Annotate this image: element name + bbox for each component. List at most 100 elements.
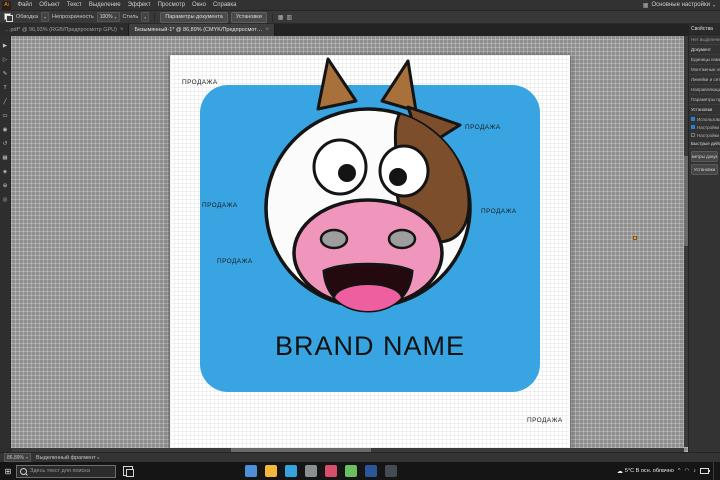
chevron-right-icon: ▸: [97, 455, 100, 460]
line-tool[interactable]: ╱: [1, 97, 10, 106]
search-icon: [20, 467, 27, 475]
opacity-label: Непрозрачность: [52, 14, 94, 20]
task-view-icon[interactable]: [123, 466, 134, 477]
gradient-tool[interactable]: ▦: [1, 153, 10, 162]
zoom-level-dropdown[interactable]: 86,89% ▾: [4, 453, 31, 462]
tab-label: Безымянный-1* @ 86,89% (CMYK/Предпросмот…: [134, 27, 263, 33]
panel-section-preferences: Установки: [689, 105, 720, 115]
type-tool[interactable]: T: [1, 83, 10, 92]
checkbox-label: Использовать сетку: [697, 116, 720, 122]
tray-chevron-up-icon[interactable]: ^: [678, 468, 681, 474]
sale-text-label[interactable]: ПРОДАЖА: [217, 258, 253, 265]
sale-text-label[interactable]: ПРОДАЖА: [202, 202, 238, 209]
workspace-switcher[interactable]: Основные настройки: [651, 2, 710, 8]
direct-selection-tool[interactable]: ▷: [1, 55, 10, 64]
status-tool-indicator[interactable]: Выделенный фрагмент ▸: [36, 455, 100, 461]
app-bar-right: ▦ Основные настройки ▾: [643, 2, 720, 9]
panel-section-document: Документ: [689, 45, 720, 55]
checkbox-label: Настройки обводки: [697, 132, 720, 138]
tab-label: …pdf* @ 96,93% (RGB/Предпросмотр GPU): [5, 27, 117, 33]
style-dropdown[interactable]: ▾: [141, 12, 150, 22]
sale-text-label[interactable]: ПРОДАЖА: [481, 208, 517, 215]
pen-tool[interactable]: ✎: [1, 69, 10, 78]
panel-row-guides[interactable]: Направляющие: [689, 85, 720, 95]
checkbox-icon[interactable]: [691, 117, 695, 121]
menu-item-type[interactable]: Текст: [63, 0, 85, 11]
document-setup-button[interactable]: Параметры документа: [691, 151, 718, 162]
menu-item-window[interactable]: Окно: [188, 0, 209, 11]
arrange-documents-icon[interactable]: ▦: [643, 2, 649, 9]
stroke-label: Обводка: [16, 14, 39, 20]
taskbar-app-icon[interactable]: [365, 465, 377, 477]
fill-stroke-swatch-icon[interactable]: [4, 12, 13, 22]
panel-row-rulers-grids[interactable]: Линейки и сетки: [689, 75, 720, 85]
panel-checkbox-row[interactable]: Настройки установки: [689, 123, 720, 131]
status-bar: 86,89% ▾ Выделенный фрагмент ▸: [0, 452, 720, 462]
document-tab-pdf[interactable]: …pdf* @ 96,93% (RGB/Предпросмотр GPU) ×: [0, 24, 130, 36]
rectangle-tool[interactable]: ▭: [1, 111, 10, 120]
panel-row-artboards[interactable]: Монтажные области: [689, 65, 720, 75]
menu-item-select[interactable]: Выделение: [85, 0, 124, 11]
panel-row-units[interactable]: Единицы измерения: [689, 55, 720, 65]
brand-name-text[interactable]: BRAND NAME: [170, 331, 570, 362]
checkbox-icon[interactable]: [691, 133, 695, 137]
checkbox-label: Настройки установки: [697, 124, 720, 130]
mesh-tool[interactable]: ◈: [1, 167, 10, 176]
close-icon[interactable]: ×: [265, 27, 269, 33]
zoom-tool[interactable]: ◎: [1, 195, 10, 204]
menu-item-effect[interactable]: Эффект: [124, 0, 154, 11]
style-label: Стиль: [122, 14, 139, 20]
taskbar-app-icon[interactable]: [285, 465, 297, 477]
sale-text-label[interactable]: ПРОДАЖА: [182, 79, 218, 86]
illustrator-logo-icon: Ai: [2, 0, 11, 10]
windows-taskbar: ⊞ Здесь текст для поиска ☁ 5°C В осн. об…: [0, 462, 720, 480]
taskbar-app-icon[interactable]: [305, 465, 317, 477]
document-tab-untitled[interactable]: Безымянный-1* @ 86,89% (CMYK/Предпросмот…: [129, 24, 275, 36]
preferences-button[interactable]: Установки: [230, 11, 267, 23]
properties-panel: Свойства Нет выделения Документ Единицы …: [688, 24, 720, 452]
close-icon[interactable]: ×: [120, 27, 124, 33]
tab-properties[interactable]: Свойства: [689, 24, 720, 35]
distribute-icon[interactable]: ▥: [286, 14, 292, 21]
panel-row-snap-options[interactable]: Параметры привязки: [689, 95, 720, 105]
blend-tool[interactable]: ⊕: [1, 181, 10, 190]
align-icon[interactable]: ▦: [278, 14, 284, 21]
weather-widget[interactable]: ☁ 5°C В осн. облачно: [617, 468, 674, 475]
opacity-dropdown[interactable]: 100% ▾: [96, 12, 120, 22]
volume-icon[interactable]: ♪: [693, 468, 696, 474]
selection-tool[interactable]: ▶: [1, 41, 10, 50]
menu-item-object[interactable]: Объект: [36, 0, 63, 11]
control-bar: Обводка ▾ Непрозрачность 100% ▾ Стиль ▾ …: [0, 11, 720, 24]
battery-icon[interactable]: [700, 468, 710, 474]
panel-checkbox-row[interactable]: Использовать сетку: [689, 115, 720, 123]
taskbar-app-icon[interactable]: [325, 465, 337, 477]
menu-item-help[interactable]: Справка: [209, 0, 240, 11]
system-tray: ☁ 5°C В осн. облачно ^ ◠ ♪: [617, 462, 720, 480]
preferences-button[interactable]: Установки: [691, 164, 718, 175]
taskbar-app-icon[interactable]: [385, 465, 397, 477]
weather-text: 5°C В осн. облачно: [624, 468, 674, 474]
taskbar-app-icon[interactable]: [345, 465, 357, 477]
artboard[interactable]: ПРОДАЖА ПРОДАЖА ПРОДАЖА ПРОДАЖА ПРОДАЖА …: [170, 55, 570, 452]
canvas[interactable]: ПРОДАЖА ПРОДАЖА ПРОДАЖА ПРОДАЖА ПРОДАЖА …: [11, 36, 688, 452]
opacity-value: 100%: [99, 14, 113, 20]
menu-item-view[interactable]: Просмотр: [154, 0, 188, 11]
illustrator-window: Ai Файл Объект Текст Выделение Эффект Пр…: [0, 0, 720, 480]
stroke-width-dropdown[interactable]: ▾: [41, 12, 50, 22]
taskbar-search-input[interactable]: Здесь текст для поиска: [16, 464, 116, 478]
sale-text-label[interactable]: ПРОДАЖА: [465, 124, 501, 131]
wifi-icon[interactable]: ◠: [684, 468, 689, 474]
panel-checkbox-row[interactable]: Настройки обводки: [689, 131, 720, 139]
brush-tool[interactable]: ◉: [1, 125, 10, 134]
taskbar-app-icon[interactable]: [245, 465, 257, 477]
sale-text-label[interactable]: ПРОДАЖА: [527, 417, 563, 424]
checkbox-icon[interactable]: [691, 125, 695, 129]
menu-bar: Ai Файл Объект Текст Выделение Эффект Пр…: [0, 0, 720, 11]
start-button[interactable]: ⊞: [0, 462, 16, 480]
show-desktop-button[interactable]: [713, 462, 717, 480]
chevron-down-icon: ▾: [114, 14, 117, 20]
document-setup-button[interactable]: Параметры документа: [160, 11, 228, 23]
menu-item-file[interactable]: Файл: [14, 0, 36, 11]
taskbar-app-icon[interactable]: [265, 465, 277, 477]
rotate-tool[interactable]: ↺: [1, 139, 10, 148]
